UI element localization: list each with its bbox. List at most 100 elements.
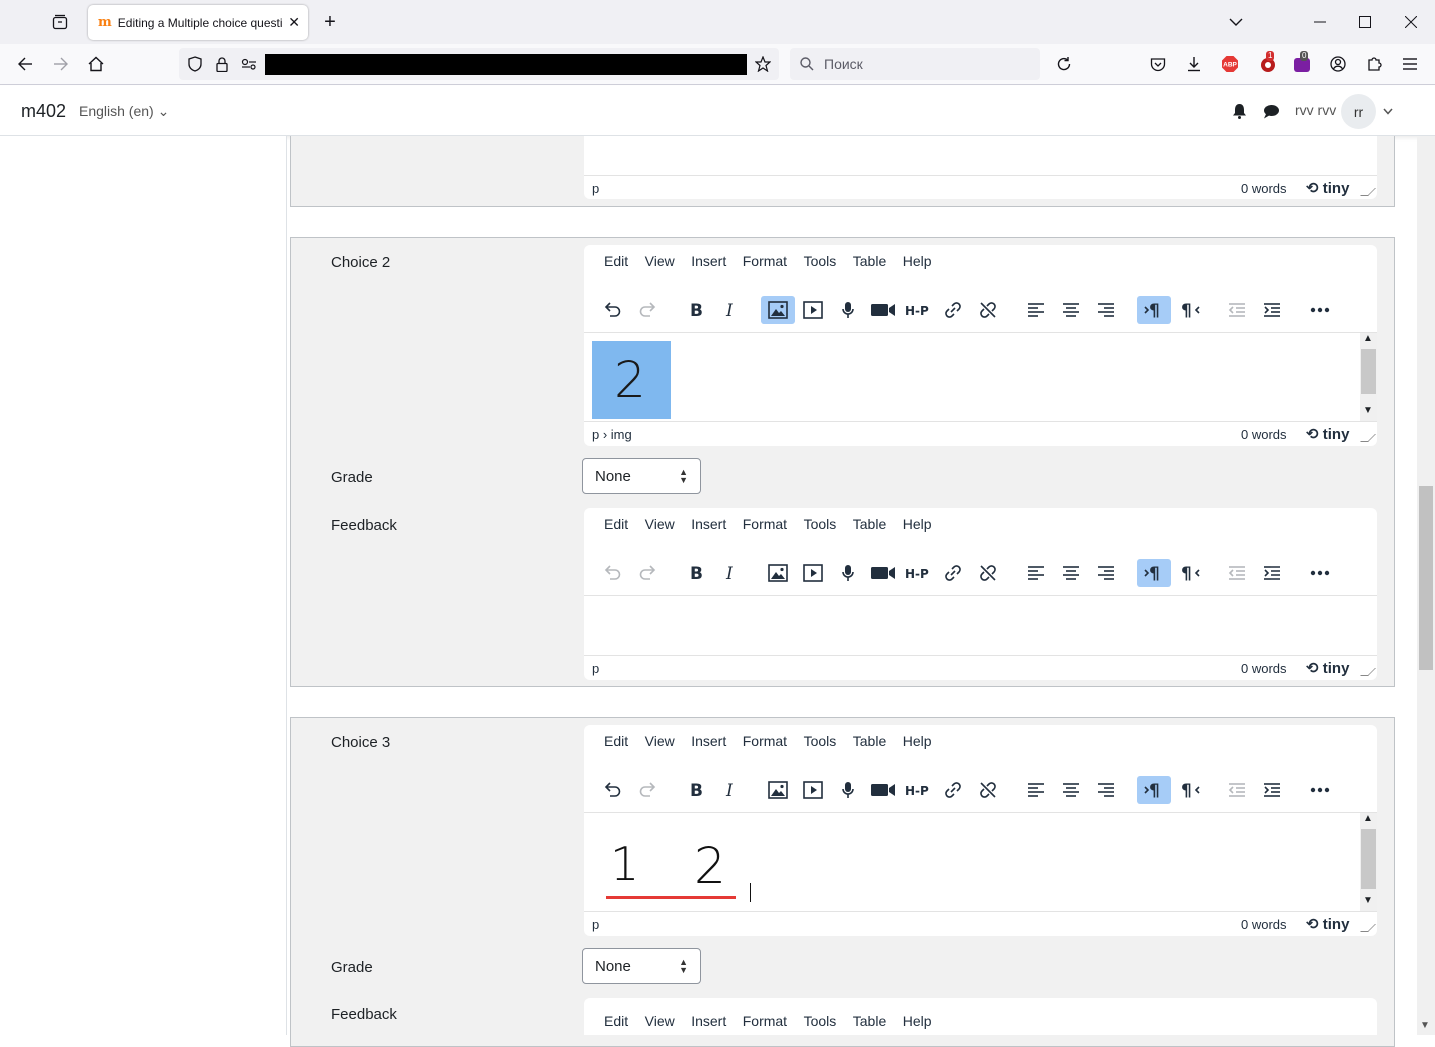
align-center-icon[interactable] <box>1054 776 1088 804</box>
resize-handle-icon[interactable] <box>1360 668 1376 676</box>
menu-view[interactable]: View <box>645 733 675 749</box>
editor-content[interactable]: 1 2 ▲ ▼ <box>584 813 1377 911</box>
search-bar[interactable]: Поиск <box>790 48 1040 80</box>
undo-icon[interactable] <box>595 559 629 587</box>
align-right-icon[interactable] <box>1089 559 1123 587</box>
align-left-icon[interactable] <box>1019 296 1053 324</box>
editor-content[interactable]: 2 ▲ ▼ <box>584 333 1377 421</box>
menu-table[interactable]: Table <box>853 733 886 749</box>
resize-handle-icon[interactable] <box>1360 434 1376 442</box>
menu-help[interactable]: Help <box>903 516 932 532</box>
align-center-icon[interactable] <box>1054 559 1088 587</box>
align-left-icon[interactable] <box>1019 776 1053 804</box>
lock-icon[interactable] <box>212 54 232 74</box>
account-icon[interactable] <box>1328 54 1348 74</box>
indent-icon[interactable] <box>1255 559 1289 587</box>
user-menu-chevron-down-icon[interactable] <box>1380 101 1396 121</box>
scroll-up-icon[interactable]: ▲ <box>1363 333 1373 344</box>
menu-format[interactable]: Format <box>743 516 787 532</box>
hamburger-menu-icon[interactable] <box>1400 54 1420 74</box>
media-icon[interactable] <box>796 776 830 804</box>
menu-insert[interactable]: Insert <box>691 733 726 749</box>
extensions-puzzle-icon[interactable] <box>1364 54 1384 74</box>
back-icon[interactable] <box>15 54 35 74</box>
ltr-icon[interactable]: ¶ <box>1137 776 1171 804</box>
tiny-logo-icon[interactable]: ⟲ tiny <box>1306 425 1349 443</box>
redacted-url[interactable] <box>265 54 747 75</box>
tab-overview-icon[interactable] <box>50 12 70 32</box>
rtl-icon[interactable]: ¶ <box>1173 559 1207 587</box>
menu-edit[interactable]: Edit <box>604 253 628 269</box>
downloads-icon[interactable] <box>1184 54 1204 74</box>
menu-help[interactable]: Help <box>903 733 932 749</box>
link-icon[interactable] <box>936 776 970 804</box>
minimize-window-icon[interactable] <box>1310 12 1330 32</box>
choice-3-answer-editor[interactable]: Edit View Insert Format Tools Table Help B I H-P… <box>584 725 1377 936</box>
outdent-icon[interactable] <box>1220 296 1254 324</box>
menu-view[interactable]: View <box>645 253 675 269</box>
scroll-down-icon[interactable]: ▼ <box>1363 895 1373 906</box>
maximize-window-icon[interactable] <box>1355 12 1375 32</box>
more-icon[interactable] <box>1303 559 1337 587</box>
forward-icon[interactable] <box>51 54 71 74</box>
menu-view[interactable]: View <box>645 1013 675 1029</box>
ltr-icon[interactable]: ¶ <box>1137 296 1171 324</box>
unlink-icon[interactable] <box>971 776 1005 804</box>
editor-scroll-thumb[interactable] <box>1361 829 1376 889</box>
redo-icon[interactable] <box>631 559 665 587</box>
previous-feedback-editor[interactable]: p 0 words ⟲ tiny <box>584 136 1377 199</box>
italic-icon[interactable]: I <box>714 776 748 804</box>
more-icon[interactable] <box>1303 776 1337 804</box>
menu-format[interactable]: Format <box>743 253 787 269</box>
redo-icon[interactable] <box>631 296 665 324</box>
rtl-icon[interactable]: ¶ <box>1173 296 1207 324</box>
menu-table[interactable]: Table <box>853 516 886 532</box>
scroll-up-icon[interactable]: ▲ <box>1363 813 1373 824</box>
align-right-icon[interactable] <box>1089 296 1123 324</box>
video-camera-icon[interactable] <box>866 776 900 804</box>
user-name[interactable]: rvv rvv <box>1295 102 1336 118</box>
menu-format[interactable]: Format <box>743 1013 787 1029</box>
site-name[interactable]: m402 <box>21 101 66 122</box>
permissions-icon[interactable] <box>239 54 259 74</box>
redo-icon[interactable] <box>631 776 665 804</box>
menu-tools[interactable]: Tools <box>804 516 837 532</box>
more-icon[interactable] <box>1303 296 1337 324</box>
menu-format[interactable]: Format <box>743 733 787 749</box>
align-left-icon[interactable] <box>1019 559 1053 587</box>
editor-content[interactable] <box>584 596 1377 655</box>
menu-table[interactable]: Table <box>853 1013 886 1029</box>
close-tab-icon[interactable]: ✕ <box>288 14 300 31</box>
link-icon[interactable] <box>936 559 970 587</box>
menu-edit[interactable]: Edit <box>604 733 628 749</box>
word-count[interactable]: 0 words <box>1241 181 1287 196</box>
menu-view[interactable]: View <box>645 516 675 532</box>
ltr-icon[interactable]: ¶ <box>1137 559 1171 587</box>
menu-tools[interactable]: Tools <box>804 733 837 749</box>
bold-icon[interactable]: B <box>679 296 713 324</box>
editor-scrollbar[interactable]: ▲ ▼ <box>1360 813 1377 911</box>
italic-icon[interactable]: I <box>714 559 748 587</box>
tiny-logo-icon[interactable]: ⟲ tiny <box>1306 915 1349 933</box>
undo-icon[interactable] <box>595 776 629 804</box>
tracking-shield-icon[interactable] <box>185 54 205 74</box>
video-camera-icon[interactable] <box>866 559 900 587</box>
menu-tools[interactable]: Tools <box>804 1013 837 1029</box>
link-icon[interactable] <box>936 296 970 324</box>
home-icon[interactable] <box>86 54 106 74</box>
messages-chat-icon[interactable] <box>1261 101 1281 121</box>
h5p-icon[interactable]: H-P <box>901 776 935 804</box>
indent-icon[interactable] <box>1255 776 1289 804</box>
close-window-icon[interactable] <box>1401 12 1421 32</box>
microphone-icon[interactable] <box>831 776 865 804</box>
microphone-icon[interactable] <box>831 296 865 324</box>
choice-2-feedback-editor[interactable]: Edit View Insert Format Tools Table Help B I H-P… <box>584 508 1377 680</box>
outdent-icon[interactable] <box>1220 776 1254 804</box>
editor-scrollbar[interactable]: ▲ ▼ <box>1360 333 1377 421</box>
align-right-icon[interactable] <box>1089 776 1123 804</box>
rtl-icon[interactable]: ¶ <box>1173 776 1207 804</box>
active-tab[interactable]: m Editing a Multiple choice questi ✕ <box>88 5 308 40</box>
page-scroll-down-icon[interactable]: ▼ <box>1420 1020 1430 1031</box>
video-camera-icon[interactable] <box>866 296 900 324</box>
image-icon[interactable] <box>761 559 795 587</box>
